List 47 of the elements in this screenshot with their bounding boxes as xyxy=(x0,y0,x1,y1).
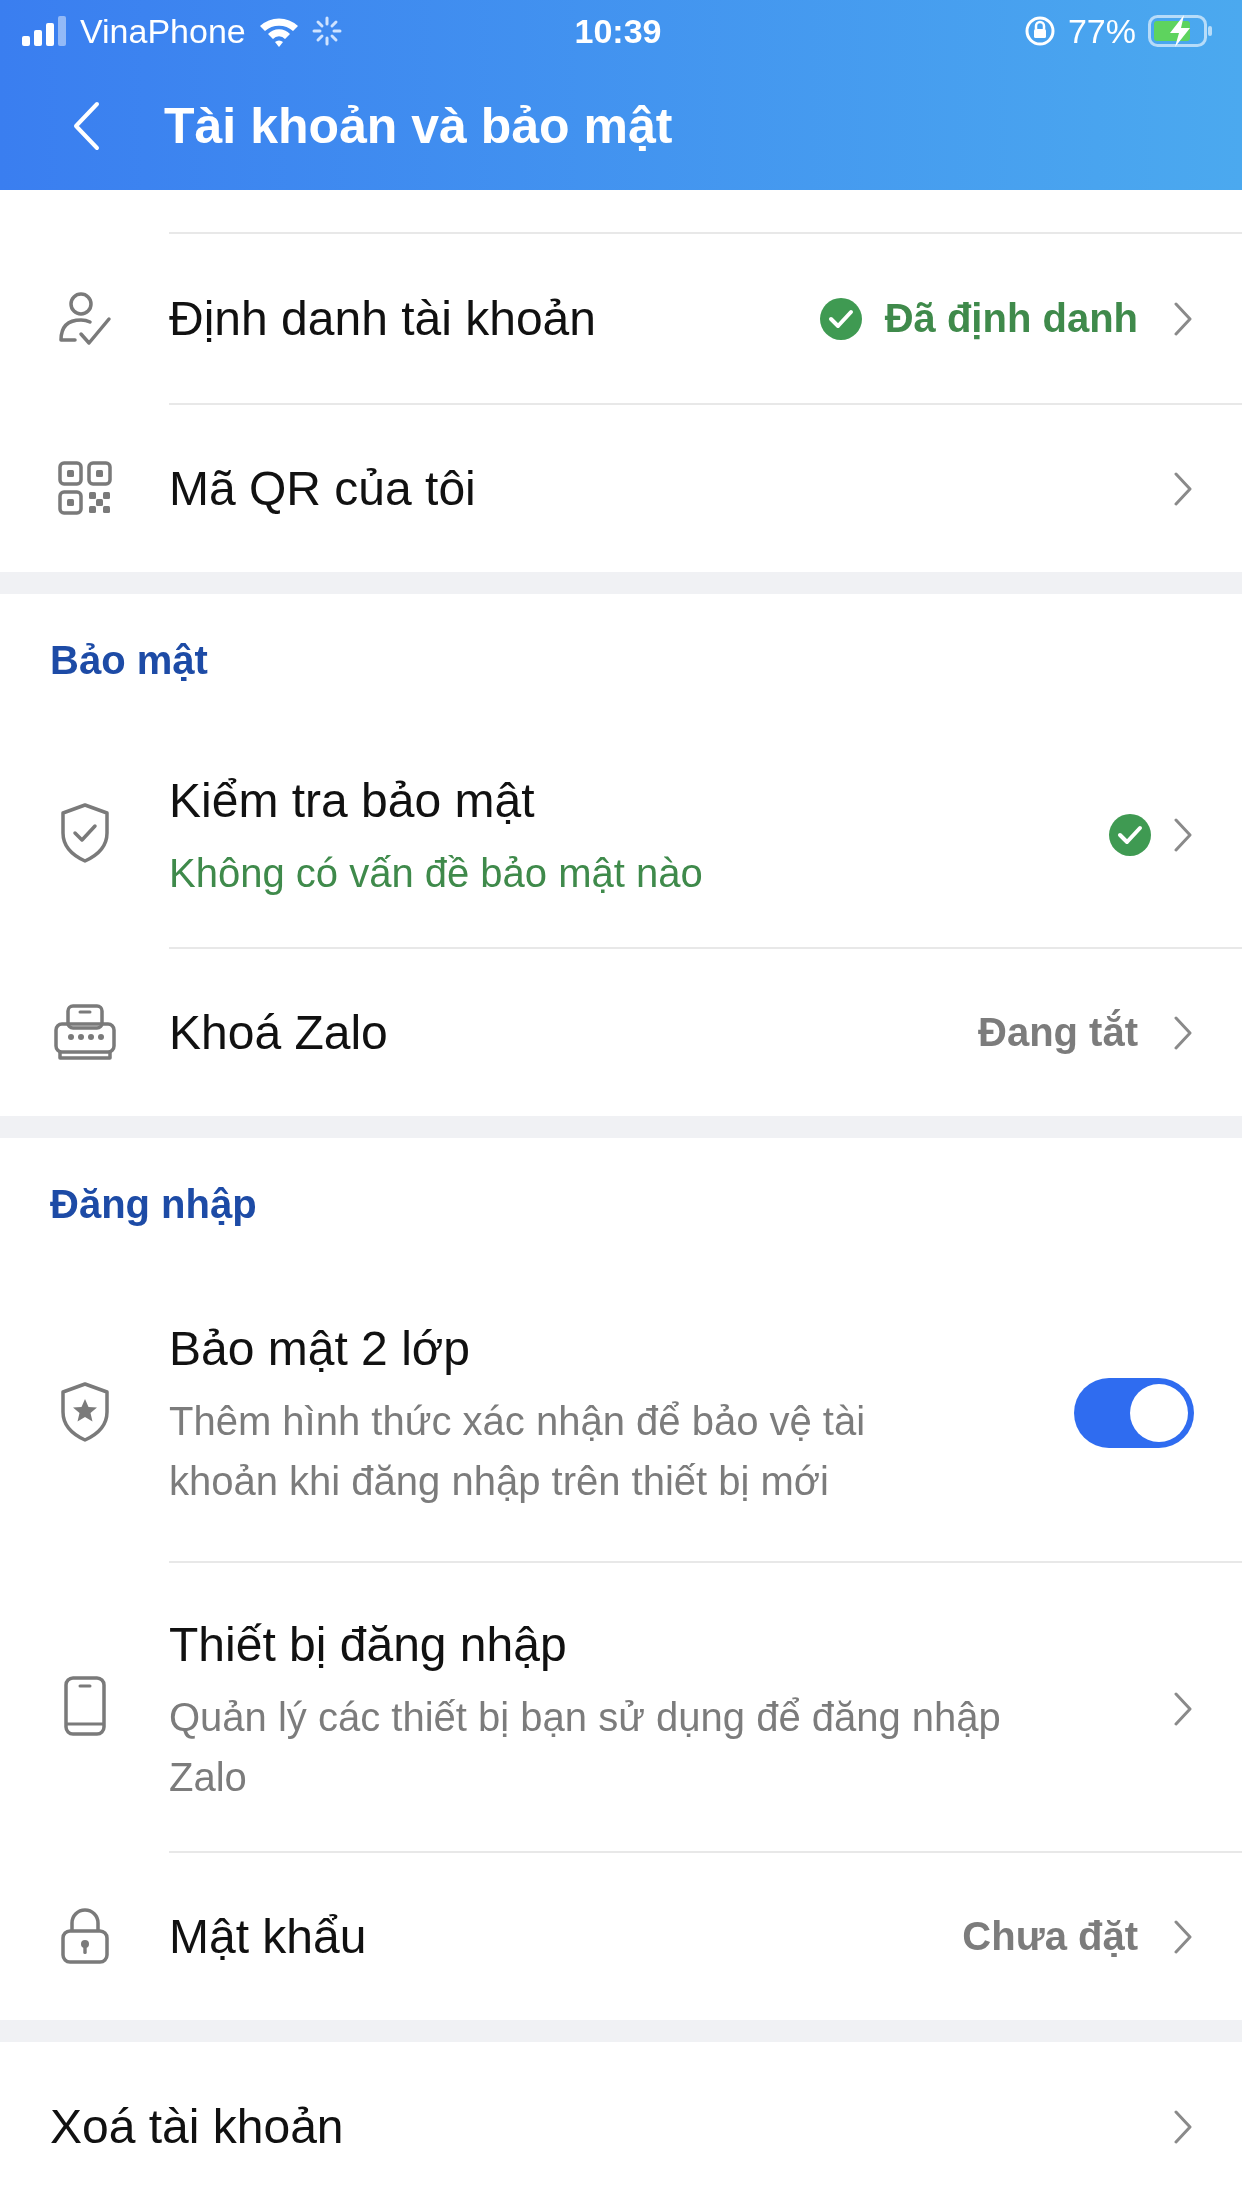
row-title: Bảo mật 2 lớp xyxy=(169,1321,471,1377)
chevron-right-icon xyxy=(1174,1015,1192,1050)
clock-time: 10:39 xyxy=(574,11,662,51)
section-header: Bảo mật xyxy=(50,638,208,682)
keypad-device-icon xyxy=(53,1003,116,1060)
row-title: Mật khẩu xyxy=(169,1908,368,1965)
signal-icon xyxy=(22,16,68,46)
battery-percent: 77% xyxy=(1067,11,1136,51)
chevron-right-icon xyxy=(1174,471,1192,506)
settings-row[interactable]: Kiểm tra bảo mật Không có vấn đề bảo mật nào xyxy=(0,719,1242,947)
row-subtitle: Thêm hình thức xác nhận để bảo vệ tài khoản khi đăng nhập trên thiết bị mới xyxy=(169,1398,867,1505)
shield-star-icon xyxy=(59,1382,110,1442)
back-icon[interactable] xyxy=(72,101,100,151)
row-value: Đã định danh xyxy=(884,296,1138,341)
chevron-right-icon xyxy=(1174,1919,1192,1954)
padlock-icon xyxy=(59,1906,110,1965)
row-title: Khoá Zalo xyxy=(169,1004,389,1061)
battery-charging-icon xyxy=(1148,15,1214,47)
row-value: Chưa đặt xyxy=(962,1914,1138,1959)
row-title: Thiết bị đăng nhập xyxy=(169,1617,568,1673)
settings-row[interactable]: Định danh tài khoản Đã định danh xyxy=(0,234,1242,403)
settings-row[interactable]: Xoá tài khoản xyxy=(0,2042,1242,2208)
settings-row[interactable]: Mã QR của tôi xyxy=(0,403,1242,572)
chevron-right-icon xyxy=(1174,1692,1192,1726)
row-subtitle: Quản lý các thiết bị bạn sử dụng để đăng nhập Zalo xyxy=(169,1694,1002,1801)
chevron-right-icon xyxy=(1174,2109,1192,2144)
settings-row[interactable]: Khoá Zalo Đang tắt xyxy=(0,947,1242,1116)
settings-row[interactable]: Thiết bị đăng nhập Quản lý các thiết bị bạn sử dụng để đăng nhập Zalo xyxy=(0,1561,1242,1851)
settings-row[interactable]: Bảo mật 2 lớp Thêm hình thức xác nhận để bảo vệ tài khoản khi đăng nhập trên thiết bị mới xyxy=(0,1263,1242,1561)
loading-icon xyxy=(311,16,342,46)
row-subtitle: Không có vấn đề bảo mật nào xyxy=(169,850,704,897)
qr-code-icon xyxy=(57,460,112,515)
row-title: Xoá tài khoản xyxy=(50,2098,345,2155)
row-title: Định danh tài khoản xyxy=(169,290,597,347)
phone-icon xyxy=(62,1675,107,1737)
section-header: Đăng nhập xyxy=(50,1182,257,1226)
user-check-icon xyxy=(56,289,113,348)
chevron-right-icon xyxy=(1174,818,1192,852)
carrier-name: VinaPhone xyxy=(80,11,246,51)
rotation-lock-icon xyxy=(1023,15,1056,47)
shield-check-icon xyxy=(59,803,110,863)
page-title: Tài khoản và bảo mật xyxy=(164,97,673,155)
row-title: Kiểm tra bảo mật xyxy=(169,773,536,829)
chevron-right-icon xyxy=(1174,301,1192,336)
row-value: Đang tắt xyxy=(978,1010,1138,1055)
settings-row[interactable]: Mật khẩu Chưa đặt xyxy=(0,1851,1242,2020)
row-title: Mã QR của tôi xyxy=(169,460,477,517)
